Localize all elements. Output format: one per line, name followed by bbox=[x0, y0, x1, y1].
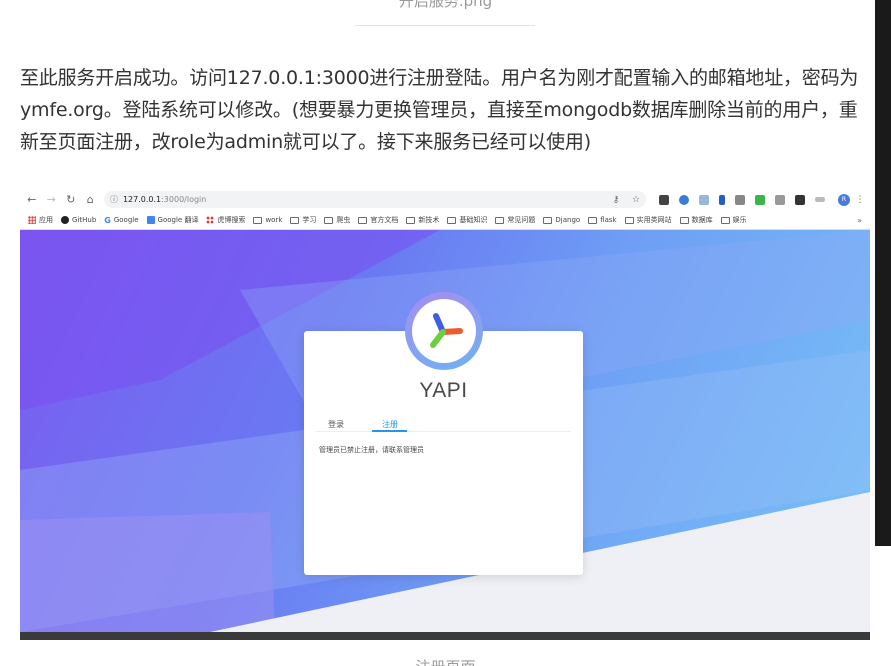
yapi-logo-mark bbox=[430, 313, 463, 348]
extension-icon[interactable] bbox=[699, 194, 710, 205]
bookmark-folder[interactable]: 娱乐 bbox=[720, 215, 747, 225]
tab-login[interactable]: 登录 bbox=[328, 419, 344, 430]
folder-icon bbox=[290, 216, 300, 224]
extension-icon[interactable] bbox=[775, 194, 786, 205]
image-caption-top: 开启服务.png bbox=[398, 0, 493, 10]
bookmark-folder[interactable]: 新技术 bbox=[406, 215, 439, 225]
active-tab-indicator bbox=[372, 430, 407, 432]
bookmarks-bar: 应用 GitHub G Google Google 翻译 虎博搜索 work 学习… bbox=[20, 211, 870, 230]
bookmark-folder[interactable]: work bbox=[253, 216, 282, 224]
tabs-divider bbox=[316, 431, 571, 432]
bookmark-google-translate[interactable]: Google 翻译 bbox=[146, 215, 198, 225]
avatar[interactable]: R bbox=[838, 193, 851, 206]
folder-icon bbox=[406, 216, 416, 224]
auth-tabs: 登录 注册 bbox=[304, 419, 583, 433]
extension-icon[interactable] bbox=[719, 194, 726, 205]
bookmark-folder[interactable]: 数据库 bbox=[679, 215, 713, 225]
star-icon[interactable]: ☆ bbox=[630, 194, 642, 206]
url-path: :3000/login bbox=[161, 195, 207, 204]
bookmark-folder[interactable]: 常见问题 bbox=[495, 215, 535, 225]
bookmark-folder[interactable]: 爬虫 bbox=[324, 215, 350, 225]
bookmark-folder[interactable]: flask bbox=[588, 216, 617, 224]
bookmark-folder[interactable]: 学习 bbox=[290, 215, 316, 225]
folder-icon bbox=[495, 216, 505, 224]
folder-icon bbox=[588, 216, 598, 224]
bookmark-apps[interactable]: 应用 bbox=[28, 215, 53, 225]
brand-title: YAPI bbox=[419, 379, 468, 402]
article-paragraph: 至此服务开启成功。访问127.0.0.1:3000进行注册登陆。用户名为刚才配置… bbox=[20, 67, 859, 153]
folder-icon bbox=[358, 216, 368, 224]
screenshot-bottom-bar bbox=[20, 632, 870, 640]
caption-divider bbox=[355, 25, 535, 26]
browser-toolbar: ← → ↻ ⌂ ⓘ 127.0.0.1:3000/login ⚷ ☆ R ⋮ bbox=[20, 188, 870, 211]
bookmark-folder[interactable]: 基础知识 bbox=[447, 215, 487, 225]
folder-icon bbox=[543, 216, 553, 224]
yapi-logo bbox=[405, 292, 483, 370]
address-bar[interactable]: ⓘ 127.0.0.1:3000/login ⚷ ☆ bbox=[103, 191, 647, 208]
yapi-login-page: YAPI 登录 注册 管理员已禁止注册，请联系管理员 bbox=[20, 230, 870, 632]
bookmark-folder[interactable]: Django bbox=[543, 216, 580, 224]
bookmark-hubo[interactable]: 虎博搜索 bbox=[206, 215, 245, 225]
folder-icon bbox=[720, 216, 730, 224]
menu-icon[interactable]: ⋮ bbox=[854, 194, 866, 206]
bookmark-folder[interactable]: 实用类网站 bbox=[624, 215, 672, 225]
translate-icon bbox=[146, 216, 155, 224]
folder-icon bbox=[679, 216, 689, 224]
extension-icon[interactable] bbox=[679, 194, 690, 205]
github-icon bbox=[61, 216, 69, 224]
bookmarks-overflow[interactable]: » bbox=[857, 216, 862, 225]
extension-icon[interactable] bbox=[755, 194, 766, 205]
image-caption-bottom: 注册页面 bbox=[0, 656, 891, 666]
apps-icon bbox=[28, 216, 36, 224]
reload-icon[interactable]: ↻ bbox=[63, 193, 78, 206]
forward-icon[interactable]: → bbox=[43, 193, 58, 206]
bookmark-github[interactable]: GitHub bbox=[61, 216, 96, 224]
info-icon[interactable]: ⓘ bbox=[110, 194, 118, 205]
extension-icon[interactable] bbox=[735, 194, 746, 205]
back-icon[interactable]: ← bbox=[24, 193, 39, 206]
bookmark-folder[interactable]: 官方文档 bbox=[358, 215, 398, 225]
url-host: 127.0.0.1 bbox=[122, 195, 162, 204]
bookmark-google[interactable]: G Google bbox=[104, 216, 138, 225]
folder-icon bbox=[324, 216, 334, 224]
home-icon[interactable]: ⌂ bbox=[82, 193, 97, 206]
key-icon[interactable]: ⚷ bbox=[610, 194, 622, 206]
extension-icon[interactable] bbox=[795, 194, 806, 205]
page-scrollbar[interactable] bbox=[875, 0, 891, 546]
browser-screenshot: ← → ↻ ⌂ ⓘ 127.0.0.1:3000/login ⚷ ☆ R ⋮ … bbox=[20, 188, 870, 640]
folder-icon bbox=[624, 216, 634, 224]
yapi-logo-icon bbox=[412, 299, 476, 363]
registration-disabled-notice: 管理员已禁止注册，请联系管理员 bbox=[319, 446, 424, 454]
folder-icon bbox=[253, 216, 263, 224]
folder-icon bbox=[447, 216, 457, 224]
extensions-area: R ⋮ bbox=[654, 193, 870, 206]
google-icon: G bbox=[104, 215, 111, 225]
article-page: 开启服务.png 至此服务开启成功。访问127.0.0.1:3000进行注册登陆… bbox=[0, 0, 891, 666]
extension-icon[interactable] bbox=[659, 194, 670, 205]
link-icon[interactable] bbox=[815, 197, 826, 202]
tab-register[interactable]: 注册 bbox=[382, 419, 398, 430]
hubo-icon bbox=[206, 216, 215, 224]
